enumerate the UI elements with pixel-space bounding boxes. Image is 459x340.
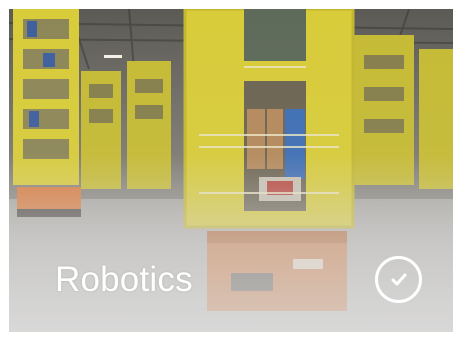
checkmark-icon	[391, 273, 407, 286]
category-tile[interactable]: Robotics	[9, 9, 453, 332]
tile-title: Robotics	[55, 260, 193, 299]
check-circle-icon[interactable]	[375, 256, 422, 303]
